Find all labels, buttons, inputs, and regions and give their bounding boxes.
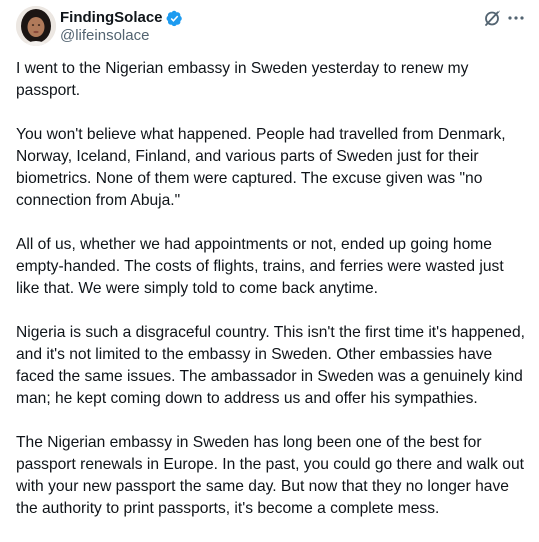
- avatar[interactable]: [16, 6, 56, 46]
- post-paragraph: You won't believe what happened. People …: [16, 126, 506, 209]
- post-paragraph: All of us, whether we had appointments o…: [16, 236, 504, 297]
- grok-icon[interactable]: [482, 8, 502, 28]
- more-options-icon[interactable]: [506, 8, 526, 28]
- post: FindingSolace @lifeinsolace I went to th…: [0, 0, 539, 540]
- author-handle[interactable]: @lifeinsolace: [60, 27, 149, 45]
- author-display-name[interactable]: FindingSolace: [60, 8, 163, 28]
- post-paragraph: I went to the Nigerian embassy in Sweden…: [16, 60, 469, 99]
- verified-badge-icon: [166, 10, 183, 27]
- author-name-row: FindingSolace: [60, 8, 183, 28]
- post-body: I went to the Nigerian embassy in Sweden…: [16, 58, 528, 542]
- post-paragraph: Nigeria is such a disgraceful country. T…: [16, 324, 525, 407]
- avatar-image: [16, 6, 56, 46]
- post-paragraph: The Nigerian embassy in Sweden has long …: [16, 434, 524, 517]
